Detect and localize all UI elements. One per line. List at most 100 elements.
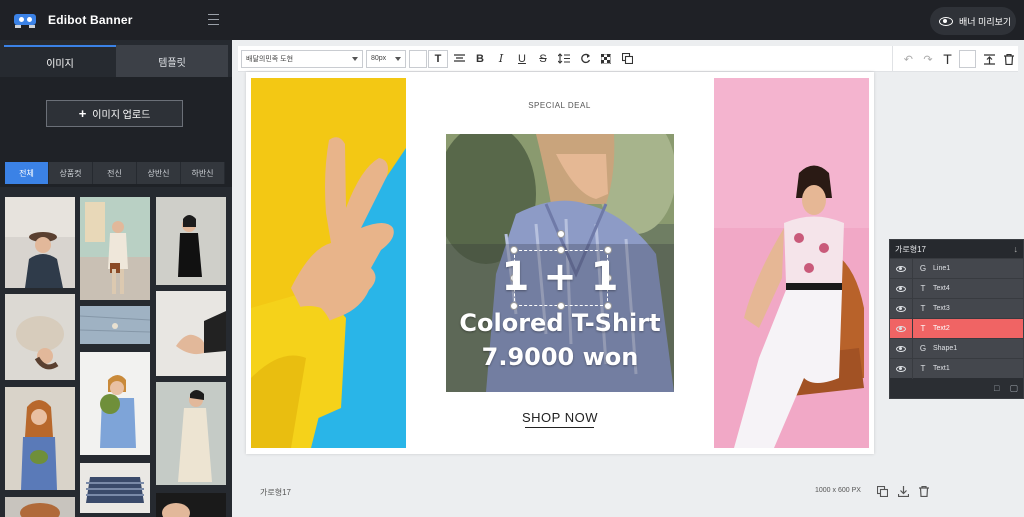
filter-lower-body[interactable]: 하반신 <box>181 162 225 184</box>
background-color-swatch[interactable] <box>958 50 976 68</box>
layers-panel: 가로형17 ↓ G Line1 T Text4 T Text3 T Text2 … <box>889 239 1024 399</box>
layer-row[interactable]: T Text4 <box>890 278 1023 299</box>
italic-button[interactable]: I <box>491 50 511 68</box>
thumbnail-image[interactable] <box>80 197 150 300</box>
thumbnail-image[interactable] <box>156 291 226 376</box>
download-button[interactable] <box>896 484 910 498</box>
layer-label: Text1 <box>933 365 950 372</box>
copy-button[interactable] <box>875 484 889 498</box>
delete-banner-button[interactable] <box>917 484 931 498</box>
image-upload-button[interactable]: + 이미지 업로드 <box>46 100 183 127</box>
trash-icon[interactable]: ▢ <box>1009 383 1018 394</box>
tab-templates[interactable]: 템플릿 <box>116 45 228 77</box>
thumbnail-image[interactable] <box>156 493 226 517</box>
thumbnail-image[interactable] <box>5 197 75 288</box>
thumbnail-image[interactable] <box>5 294 75 380</box>
layer-row-selected[interactable]: T Text2 <box>890 318 1023 339</box>
thumbnail-image[interactable] <box>80 463 150 513</box>
text-toolbar: 배달의민족 도현 80px T B I U S ↶ ↷ T <box>238 46 1018 72</box>
layer-row[interactable]: T Text3 <box>890 298 1023 319</box>
font-family-select[interactable]: 배달의민족 도현 <box>241 49 363 68</box>
right-photo-model[interactable] <box>714 78 869 448</box>
strikethrough-icon: S <box>539 52 547 65</box>
layer-row[interactable]: G Line1 <box>890 258 1023 279</box>
layer-row[interactable]: G Shape1 <box>890 338 1023 359</box>
thumbnail-image[interactable] <box>5 387 75 490</box>
eye-icon[interactable] <box>890 338 913 359</box>
layers-header: 가로형17 ↓ <box>890 240 1023 258</box>
layer-type-icon: G <box>919 264 927 273</box>
add-text-button[interactable]: T <box>938 50 957 68</box>
banner-preview-label: 배너 미리보기 <box>959 16 1012 27</box>
rotate-icon <box>580 53 590 64</box>
thumbnail-image[interactable] <box>80 306 150 344</box>
image-thumbnail-grid <box>5 197 227 517</box>
layer-label: Text3 <box>933 305 950 312</box>
rotate-handle[interactable] <box>557 230 565 238</box>
chevron-down-icon <box>395 56 401 61</box>
trash-icon <box>919 485 929 497</box>
shop-now-text[interactable]: SHOP NOW <box>516 410 604 425</box>
layers-title: 가로형17 <box>895 244 926 254</box>
eye-icon[interactable] <box>890 278 913 299</box>
headline-text[interactable]: 1 + 1 <box>446 252 674 302</box>
special-deal-text[interactable]: SPECIAL DEAL <box>446 101 673 110</box>
duplicate-icon <box>621 53 633 64</box>
line-height-button[interactable] <box>554 50 574 68</box>
app-title: Edibot Banner <box>48 13 133 27</box>
align-button[interactable] <box>449 50 469 68</box>
filter-all[interactable]: 전체 <box>5 162 49 184</box>
thumbnail-image[interactable] <box>5 497 75 517</box>
eye-icon[interactable] <box>890 318 913 339</box>
thumbnail-image[interactable] <box>156 197 226 285</box>
collapse-icon[interactable]: ↓ <box>1014 244 1019 254</box>
thumbnail-image[interactable] <box>156 382 226 485</box>
arrange-icon <box>983 53 995 65</box>
bold-button[interactable]: B <box>470 50 490 68</box>
font-size-value: 80px <box>371 55 387 62</box>
font-family-value: 배달의민족 도현 <box>246 55 294 63</box>
filter-product[interactable]: 상품컷 <box>49 162 93 184</box>
strikethrough-button[interactable]: S <box>533 50 553 68</box>
banner-canvas[interactable]: SPECIAL DEAL 1 + 1 Colored T-Shirt 7.900… <box>246 72 874 454</box>
arrange-button[interactable] <box>980 50 999 68</box>
edibot-logo-icon <box>12 11 38 29</box>
left-photo-hand[interactable] <box>251 78 406 448</box>
underline-button[interactable]: U <box>512 50 532 68</box>
thumbnail-image[interactable] <box>80 352 150 455</box>
tab-images[interactable]: 이미지 <box>4 45 116 77</box>
canvas-size: 1000 x 600 PX <box>815 487 861 494</box>
filter-full-body[interactable]: 전신 <box>93 162 137 184</box>
subline-text[interactable]: Colored T-Shirt <box>446 308 674 338</box>
delete-button[interactable] <box>999 50 1018 68</box>
layer-type-icon: G <box>919 344 927 353</box>
line-height-icon <box>558 53 570 64</box>
filter-upper-body[interactable]: 상반신 <box>137 162 181 184</box>
banner-name: 가로형17 <box>260 488 291 497</box>
menu-icon[interactable] <box>208 14 219 25</box>
shop-now-underline[interactable] <box>525 427 594 428</box>
layer-label: Text4 <box>933 285 950 292</box>
trash-icon <box>1003 53 1014 65</box>
text-style-button[interactable]: T <box>428 49 448 68</box>
redo-button[interactable]: ↷ <box>919 50 938 68</box>
banner-preview-button[interactable]: 배너 미리보기 <box>930 7 1016 35</box>
duplicate-button[interactable] <box>617 50 637 68</box>
transparency-icon <box>601 53 611 64</box>
layer-label: Shape1 <box>933 345 958 352</box>
layer-type-icon: T <box>920 364 926 373</box>
font-size-select[interactable]: 80px <box>366 49 406 68</box>
layer-row[interactable]: T Text1 <box>890 358 1023 379</box>
price-text[interactable]: 7.9000 won <box>446 342 674 372</box>
eye-icon[interactable] <box>890 258 913 279</box>
redo-icon: ↷ <box>923 53 933 66</box>
lock-icon[interactable]: □ <box>994 383 999 393</box>
text-color-swatch[interactable] <box>409 49 427 68</box>
eye-icon[interactable] <box>890 298 913 319</box>
rotate-button[interactable] <box>575 50 595 68</box>
eye-icon[interactable] <box>890 358 913 379</box>
undo-button[interactable]: ↶ <box>899 50 918 68</box>
transparency-button[interactable] <box>596 50 616 68</box>
align-center-icon <box>453 54 465 62</box>
bold-icon: B <box>476 52 484 65</box>
